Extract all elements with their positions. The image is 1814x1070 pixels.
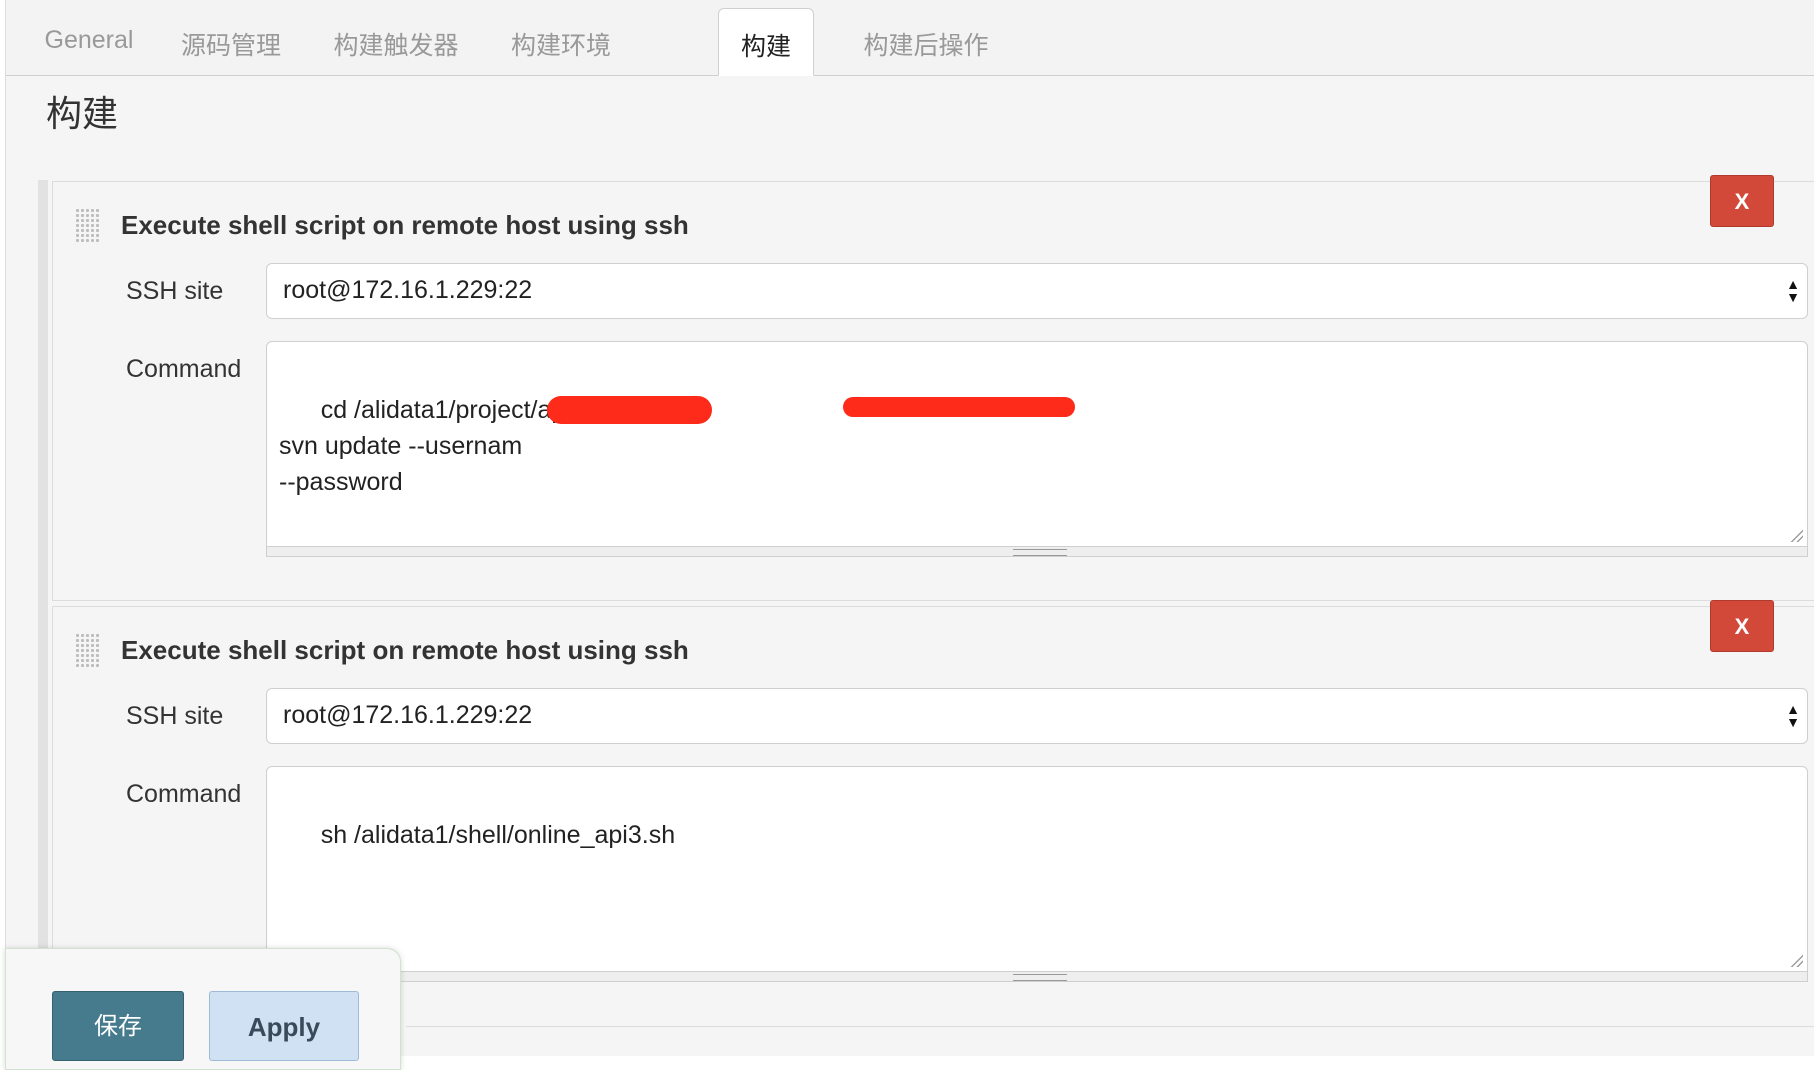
step-title: Execute shell script on remote host usin… xyxy=(121,210,689,240)
drag-handle-icon[interactable] xyxy=(75,633,99,669)
delete-step-button[interactable]: X xyxy=(1710,175,1774,227)
config-page: General 源码管理 构建触发器 构建环境 构建 构建后操作 构建 Exec… xyxy=(5,0,1814,1056)
redacted-username xyxy=(547,396,712,424)
select-arrows-icon: ▲ ▼ xyxy=(1786,276,1800,305)
tab-build-triggers[interactable]: 构建触发器 xyxy=(316,8,476,75)
step-bottom-divider xyxy=(406,1026,1814,1027)
save-button[interactable]: 保存 xyxy=(52,991,184,1061)
select-arrows-icon: ▲ ▼ xyxy=(1786,701,1800,730)
command-label: Command xyxy=(126,355,242,383)
tab-source-management[interactable]: 源码管理 xyxy=(166,8,296,75)
resize-grip-icon[interactable] xyxy=(1789,953,1803,967)
step-title: Execute shell script on remote host usin… xyxy=(121,635,689,665)
tab-post-build-actions[interactable]: 构建后操作 xyxy=(846,8,1006,75)
command-text: sh /alidata1/shell/online_api3.sh xyxy=(320,821,676,849)
ssh-site-label: SSH site xyxy=(126,702,224,730)
delete-step-button[interactable]: X xyxy=(1710,600,1774,652)
command-textarea[interactable]: sh /alidata1/shell/online_api3.sh xyxy=(266,766,1808,972)
command-label: Command xyxy=(126,780,242,808)
drag-handle-icon[interactable] xyxy=(75,208,99,244)
section-title: 构建 xyxy=(46,93,119,134)
ssh-site-label: SSH site xyxy=(126,277,224,305)
tab-build[interactable]: 构建 xyxy=(718,8,814,76)
redacted-password xyxy=(843,397,1075,417)
tab-build-environment[interactable]: 构建环境 xyxy=(496,8,626,75)
save-bar: 保存 Apply xyxy=(5,948,401,1070)
resize-grip-icon[interactable] xyxy=(1789,528,1803,542)
expand-grip-icon xyxy=(1013,974,1067,981)
expand-grip-icon xyxy=(1013,549,1067,556)
config-tabbar: General 源码管理 构建触发器 构建环境 构建 构建后操作 xyxy=(6,0,1814,76)
ssh-site-select[interactable]: root@172.16.1.229:22 ▲ ▼ xyxy=(266,263,1808,319)
command-textarea[interactable]: cd /alidata1/project/api3 svn update --u… xyxy=(266,341,1808,547)
textarea-expand-bar[interactable] xyxy=(266,547,1808,557)
tab-general[interactable]: General xyxy=(34,8,144,75)
ssh-site-select[interactable]: root@172.16.1.229:22 ▲ ▼ xyxy=(266,688,1808,744)
ssh-site-value: root@172.16.1.229:22 xyxy=(283,276,533,304)
ssh-site-value: root@172.16.1.229:22 xyxy=(283,701,533,729)
textarea-expand-bar[interactable] xyxy=(266,972,1808,982)
command-text: cd /alidata1/project/api3 svn update --u… xyxy=(279,396,585,496)
apply-button[interactable]: Apply xyxy=(209,991,359,1061)
build-steps-stripe xyxy=(38,180,48,1056)
build-step-1: Execute shell script on remote host usin… xyxy=(52,175,1814,601)
